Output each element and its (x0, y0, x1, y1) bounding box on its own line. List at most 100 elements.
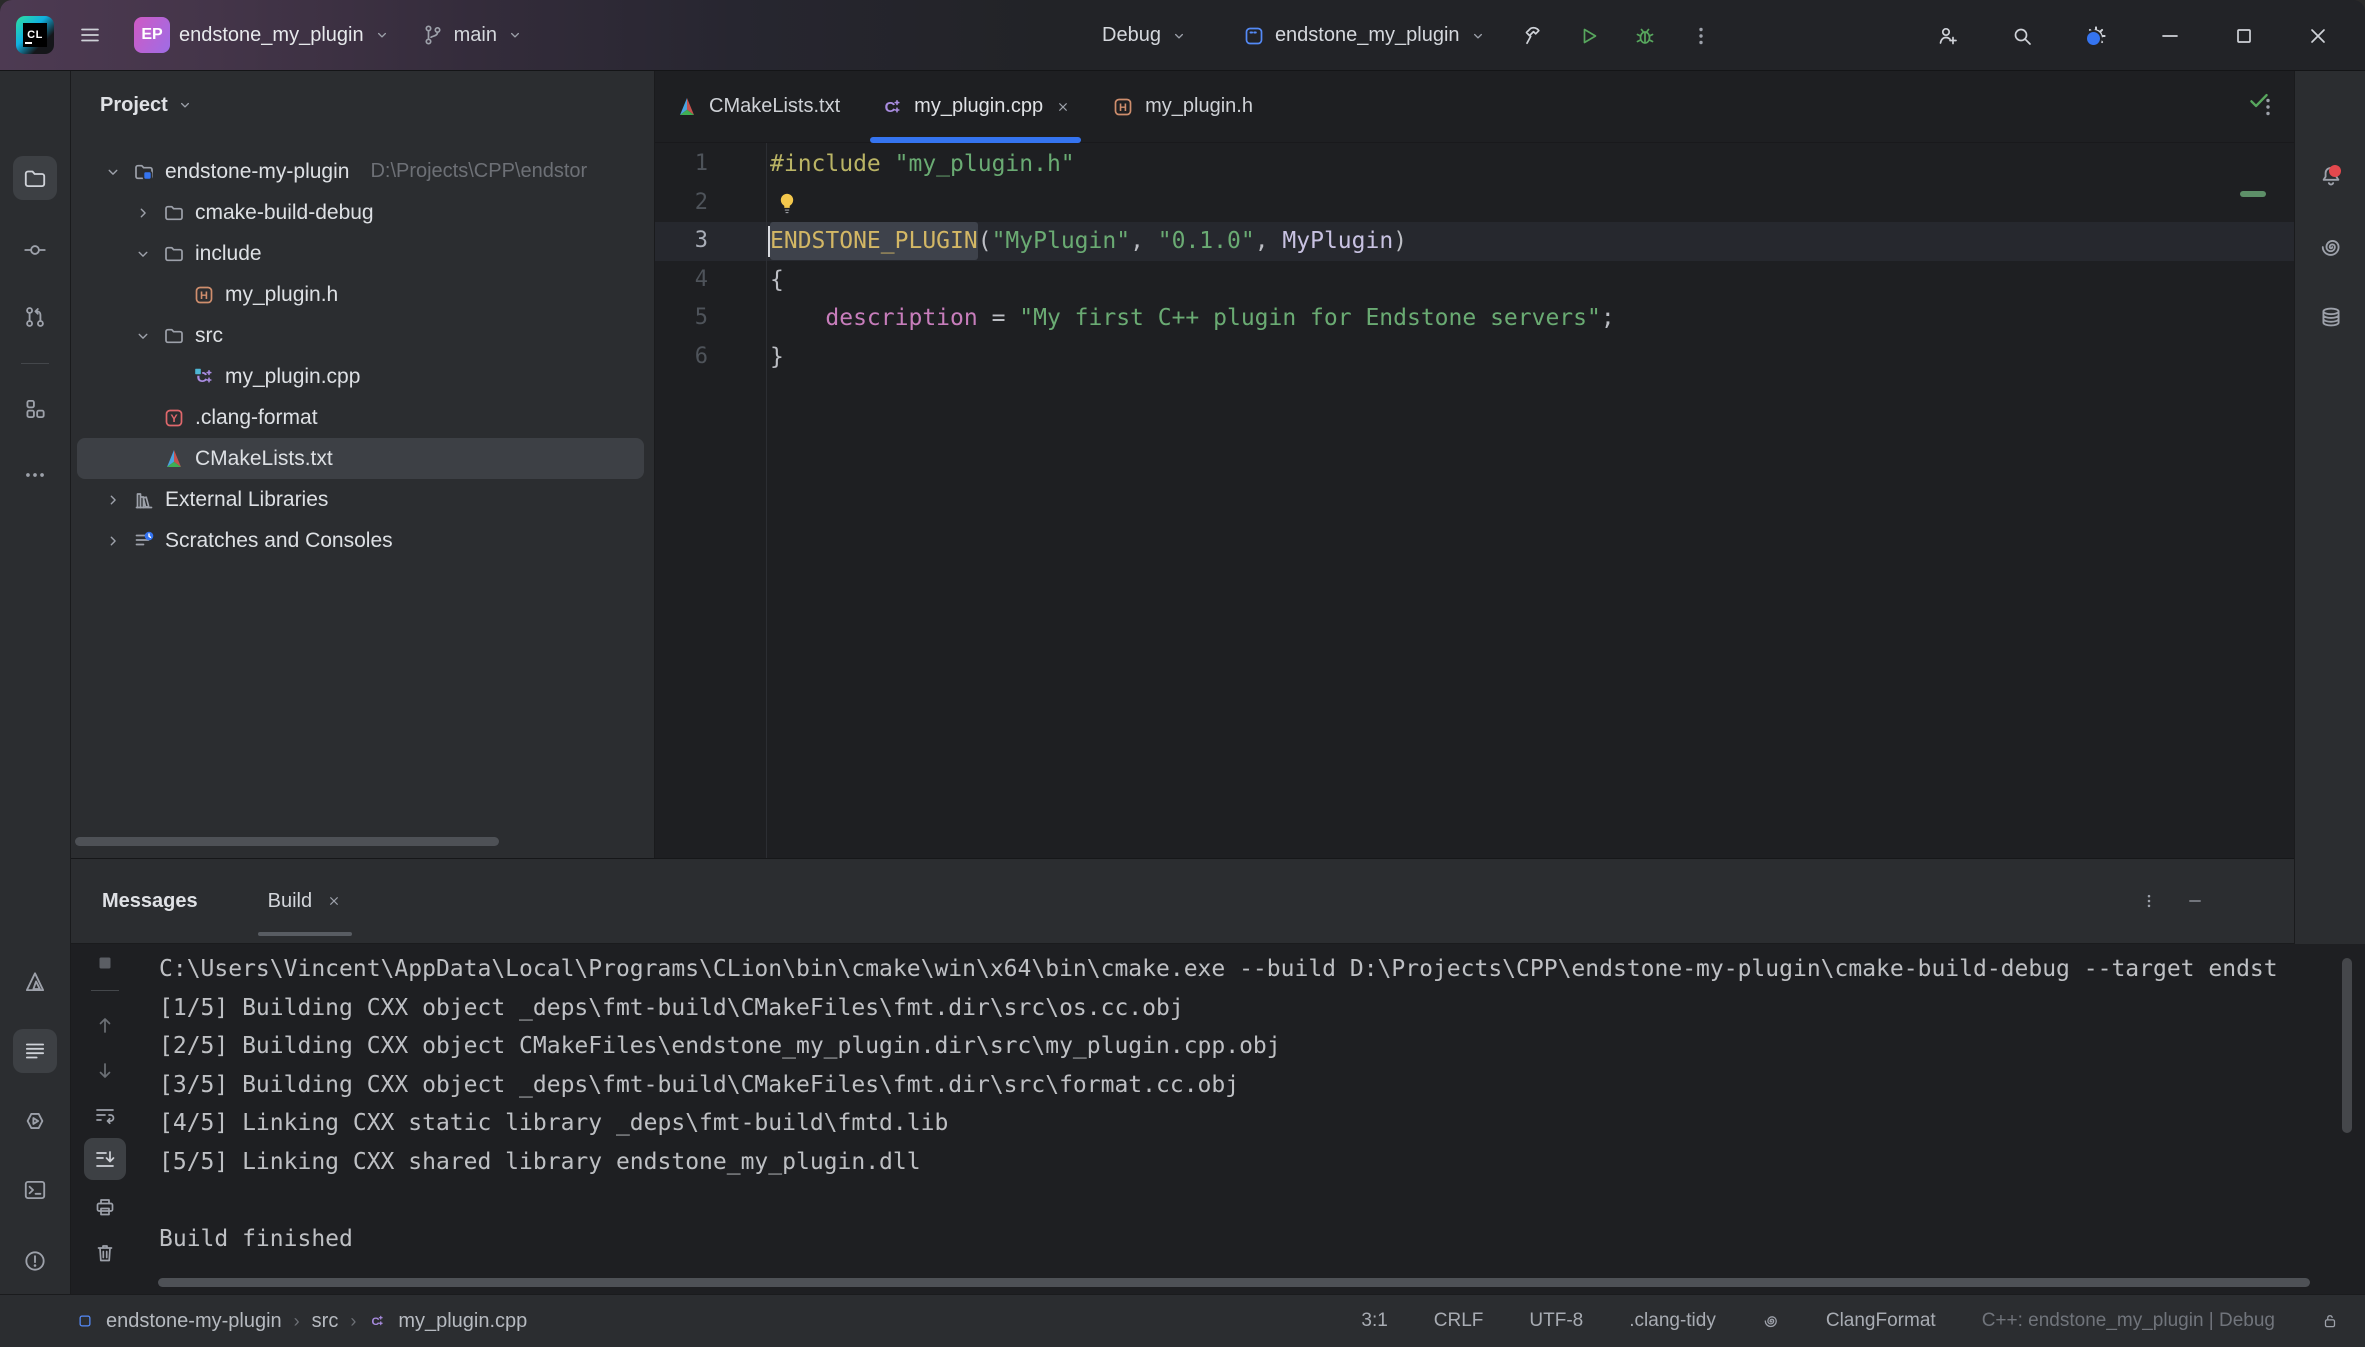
clangformat-indicator[interactable] (1762, 1312, 1780, 1330)
chevron-down-icon (1170, 27, 1188, 45)
toolwindow-cmake-button[interactable] (13, 960, 57, 1004)
settings-notification-dot (2085, 29, 2102, 47)
code-line-1: 1 #include "my_plugin.h" (655, 145, 2294, 184)
notifications-button[interactable] (2309, 154, 2353, 198)
breadcrumb-item-endstone-my-plugin[interactable]: endstone-my-plugin (106, 1310, 282, 1333)
main-menu-button[interactable] (68, 13, 112, 57)
intention-bulb-icon[interactable] (774, 190, 800, 216)
clear-all-button[interactable] (84, 1232, 126, 1274)
clang-format-widget[interactable]: ClangFormat (1826, 1310, 1936, 1332)
build-button[interactable] (1511, 14, 1555, 58)
console-output[interactable]: C:\Users\Vincent\AppData\Local\Programs\… (141, 944, 2365, 1294)
panel-hide-button[interactable] (2186, 892, 2204, 910)
minimize-icon (2158, 24, 2182, 48)
window-close-button[interactable] (2281, 14, 2355, 58)
settings-button[interactable] (2059, 14, 2133, 58)
tree-item-my-plugin-cpp[interactable]: my_plugin.cpp (77, 356, 644, 397)
ellipsis-vertical-icon (2140, 892, 2158, 910)
code-line-4: 4{ (655, 261, 2294, 300)
project-panel-header[interactable]: Project (71, 71, 654, 139)
console-line: C:\Users\Vincent\AppData\Local\Programs\… (159, 956, 2278, 982)
run-button[interactable] (1567, 14, 1611, 58)
project-widget[interactable]: EP endstone_my_plugin (126, 13, 399, 57)
readonly-toggle[interactable] (2321, 1312, 2339, 1330)
code-line-6: 6} (655, 338, 2294, 377)
toolwindow-problems-button[interactable] (13, 1239, 57, 1283)
next-message-button[interactable] (84, 1050, 126, 1092)
code-with-me-button[interactable] (1911, 14, 1985, 58)
print-button[interactable] (84, 1186, 126, 1228)
panel-options-button[interactable] (2140, 892, 2158, 910)
toolwindow-terminal-button[interactable] (13, 1168, 57, 1212)
clang-tidy-widget[interactable]: .clang-tidy (1629, 1310, 1716, 1332)
toolwindow-messages-button[interactable] (13, 1029, 57, 1073)
code-token: ; (1600, 305, 1615, 331)
database-button[interactable] (2309, 295, 2353, 339)
editor-tab-my-plugin-h[interactable]: my_plugin.h (1091, 71, 1273, 142)
code-text: } (766, 338, 784, 377)
clion-window: CL EP endstone_my_plugin main Debug ends… (0, 0, 2365, 1347)
toolwindow-structure-button[interactable] (13, 387, 57, 431)
previous-message-button[interactable] (84, 1004, 126, 1046)
encoding-widget[interactable]: UTF-8 (1529, 1310, 1583, 1332)
toolwindow-pull-requests-button[interactable] (13, 295, 57, 339)
right-activity-stripe (2294, 71, 2365, 944)
more-toolwindows-button[interactable] (13, 453, 57, 497)
tree-item-include[interactable]: include (77, 233, 644, 274)
file-cmake-icon (675, 95, 699, 119)
code-token: "0.1.0" (1157, 228, 1255, 254)
tree-item-my-plugin-h[interactable]: my_plugin.h (77, 274, 644, 315)
ai-assistant-button[interactable] (2309, 225, 2353, 269)
scroll-to-end-button[interactable] (84, 1138, 126, 1180)
file-cpp-icon (368, 1312, 386, 1330)
toolwindow-run-button[interactable] (13, 1099, 57, 1143)
toolwindow-commit-button[interactable] (13, 228, 57, 272)
tree-item-cmakelists-txt[interactable]: CMakeLists.txt (77, 438, 644, 479)
code-editor[interactable]: 1 #include "my_plugin.h" 2 3 ENDSTONE_PLUGIN… (655, 143, 2294, 858)
tree-item-external-libraries[interactable]: External Libraries (77, 479, 644, 520)
search-everywhere-button[interactable] (1985, 14, 2059, 58)
line-separator-widget[interactable]: CRLF (1434, 1310, 1484, 1332)
tree-item-label: my_plugin.cpp (225, 364, 361, 388)
tree-item-cmake-build-debug[interactable]: cmake-build-debug (77, 192, 644, 233)
code-line-3: 3 ENDSTONE_PLUGIN("MyPlugin", "0.1.0", My… (655, 222, 2294, 261)
line-number: 6 (694, 343, 708, 369)
project-horizontal-scrollbar[interactable] (75, 837, 499, 846)
build-type-selector[interactable]: Debug (1094, 14, 1196, 58)
run-configuration-selector[interactable]: endstone_my_plugin (1234, 14, 1495, 58)
close-icon[interactable] (326, 893, 342, 909)
person-add-icon (1936, 24, 1960, 48)
toolwindow-project-button[interactable] (13, 156, 57, 200)
more-run-actions-button[interactable] (1679, 14, 1723, 58)
tree-item-src[interactable]: src (77, 315, 644, 356)
tab-close-button[interactable] (1055, 99, 1071, 115)
inspections-ok-widget[interactable] (2246, 87, 2272, 113)
project-tree: endstone-my-plugin D:\Projects\CPP\endsto… (71, 151, 654, 561)
console-line: [5/5] Linking CXX shared library endston… (159, 1148, 921, 1175)
modified-lines-marker (2240, 191, 2266, 197)
soft-wrap-button[interactable] (84, 1094, 126, 1136)
tree-item-scratches-and-consoles[interactable]: Scratches and Consoles (77, 520, 644, 561)
tree-item-clang-format[interactable]: .clang-format (77, 397, 644, 438)
run-configuration-icon (1242, 24, 1266, 48)
tree-item-endstone-my-plugin[interactable]: endstone-my-plugin D:\Projects\CPP\endsto… (77, 151, 644, 192)
line-number: 2 (694, 189, 708, 215)
debug-button[interactable] (1623, 14, 1667, 58)
window-maximize-button[interactable] (2207, 14, 2281, 58)
hammer-build-icon (1521, 24, 1545, 48)
console-vertical-scrollbar[interactable] (2342, 958, 2352, 1133)
editor-tab-cmakelists-txt[interactable]: CMakeLists.txt (655, 71, 860, 142)
window-minimize-button[interactable] (2133, 14, 2207, 58)
editor-tab-my-plugin-cpp[interactable]: my_plugin.cpp (860, 71, 1091, 143)
code-token: , (1254, 228, 1283, 254)
build-tab[interactable]: Build (254, 859, 356, 943)
resolve-context-widget[interactable]: C++: endstone_my_plugin | Debug (1982, 1310, 2275, 1332)
console-horizontal-scrollbar[interactable] (158, 1278, 2310, 1287)
caret-position-widget[interactable]: 3:1 (1361, 1310, 1387, 1332)
breadcrumb-item-src[interactable]: src (312, 1310, 339, 1333)
stop-button[interactable] (84, 944, 126, 984)
vcs-branch-widget[interactable]: main (413, 13, 532, 57)
check-icon (2246, 87, 2272, 113)
breadcrumb-item-my-plugin-cpp[interactable]: my_plugin.cpp (398, 1310, 527, 1333)
